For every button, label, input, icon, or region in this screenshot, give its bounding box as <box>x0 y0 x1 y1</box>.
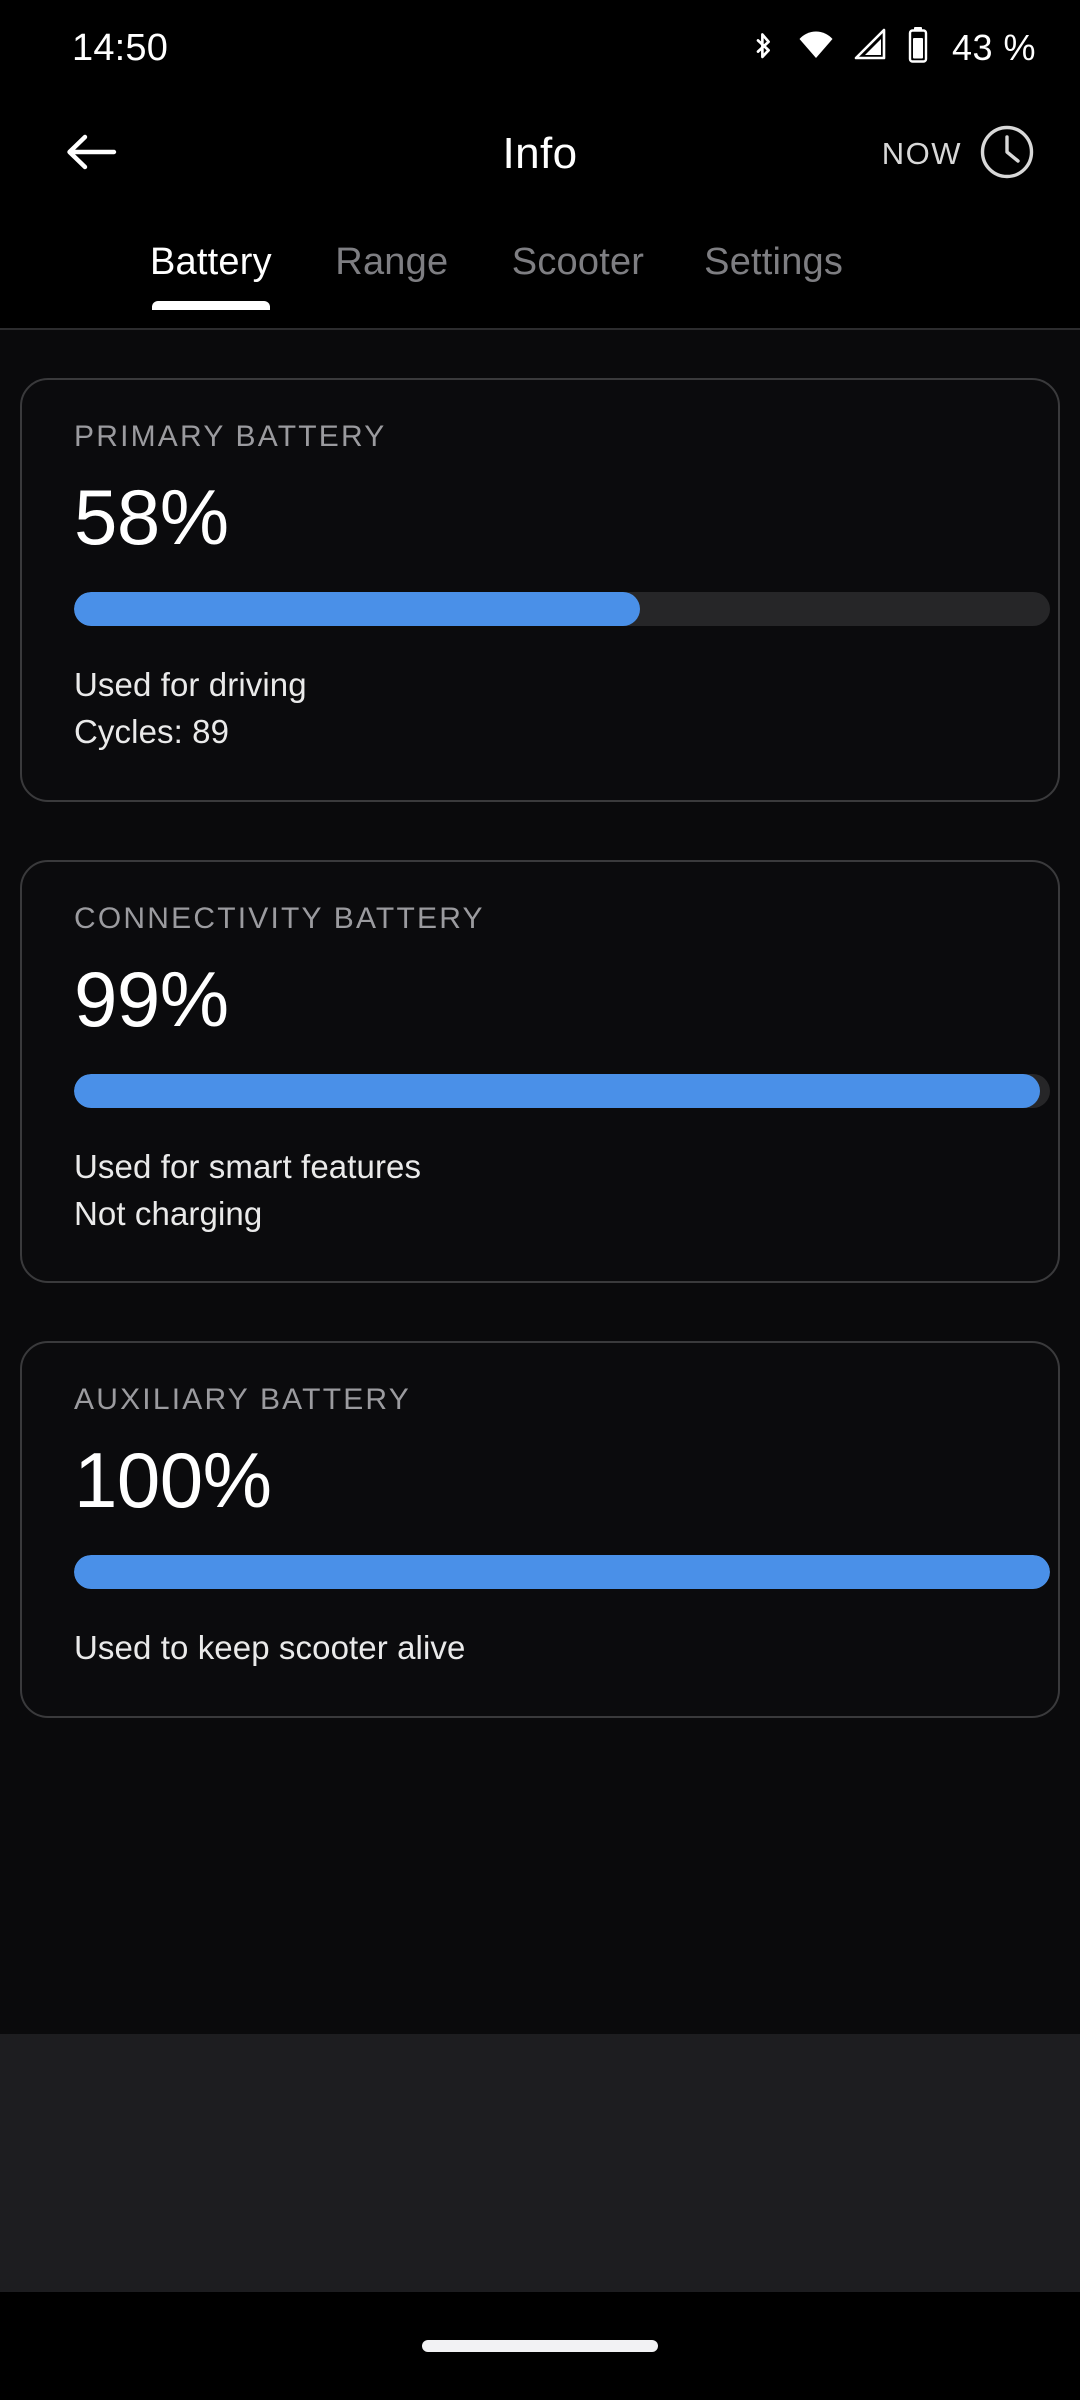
status-bar-clock: 14:50 <box>72 26 169 69</box>
primary-battery-note-2: Cycles: 89 <box>74 712 230 750</box>
primary-battery-note-1: Used for driving <box>74 666 307 703</box>
battery-icon <box>906 26 930 69</box>
primary-battery-value: 58% <box>74 473 229 561</box>
back-arrow-icon <box>64 129 118 180</box>
connectivity-battery-note-2: Not charging <box>74 1194 263 1232</box>
auxiliary-battery-card[interactable]: AUXILIARY BATTERY 100% Used to keep scoo… <box>20 1341 1060 1719</box>
battery-tab-content: PRIMARY BATTERY 58% Used for driving Cyc… <box>0 330 1080 2035</box>
auxiliary-battery-note-1: Used to keep scooter alive <box>74 1629 466 1667</box>
empty-space <box>0 2034 1080 2293</box>
tab-scooter-label: Scooter <box>511 241 645 283</box>
connectivity-battery-value: 99% <box>74 954 229 1043</box>
tab-active-indicator <box>151 301 270 310</box>
primary-battery-label: PRIMARY BATTERY <box>74 420 387 453</box>
now-button[interactable]: NOW <box>882 123 1036 186</box>
tab-range[interactable]: Range <box>332 213 452 284</box>
status-bar-battery-percent: 43 % <box>951 26 1036 68</box>
tab-battery[interactable]: Battery <box>150 213 272 310</box>
connectivity-battery-progress <box>74 1073 1050 1108</box>
clock-icon <box>978 123 1036 186</box>
cellular-signal-icon <box>854 28 888 67</box>
auxiliary-battery-progress-fill <box>74 1555 1050 1590</box>
status-bar-icons: 43 % <box>748 26 1036 69</box>
system-navigation-bar <box>0 2292 1080 2400</box>
primary-battery-progress-fill <box>74 592 641 626</box>
phone-screen: 14:50 43 % Info NOW Battery Range Scoote… <box>0 0 1080 2400</box>
primary-battery-progress <box>74 592 1050 626</box>
wifi-icon <box>796 28 836 67</box>
tab-range-label: Range <box>335 241 449 283</box>
tab-battery-label: Battery <box>150 241 272 283</box>
connectivity-battery-progress-fill <box>74 1073 1041 1108</box>
connectivity-battery-note-1: Used for smart features <box>74 1147 422 1185</box>
app-bar: Info NOW <box>0 95 1080 213</box>
back-button[interactable] <box>48 111 134 197</box>
auxiliary-battery-progress <box>74 1555 1050 1590</box>
connectivity-battery-label: CONNECTIVITY BATTERY <box>74 901 485 935</box>
tab-settings[interactable]: Settings <box>704 213 843 284</box>
now-button-label: NOW <box>881 136 962 171</box>
tab-bar-divider <box>0 328 1080 330</box>
auxiliary-battery-value: 100% <box>74 1436 272 1525</box>
tab-settings-label: Settings <box>704 241 844 283</box>
bluetooth-icon <box>748 26 778 69</box>
tab-bar: Battery Range Scooter Settings <box>0 213 1080 330</box>
status-bar: 14:50 43 % <box>0 0 1080 95</box>
primary-battery-card[interactable]: PRIMARY BATTERY 58% Used for driving Cyc… <box>20 378 1060 802</box>
auxiliary-battery-label: AUXILIARY BATTERY <box>74 1383 411 1417</box>
tab-scooter[interactable]: Scooter <box>512 213 644 284</box>
connectivity-battery-card[interactable]: CONNECTIVITY BATTERY 99% Used for smart … <box>20 859 1060 1284</box>
home-gesture-pill[interactable] <box>422 2340 658 2353</box>
